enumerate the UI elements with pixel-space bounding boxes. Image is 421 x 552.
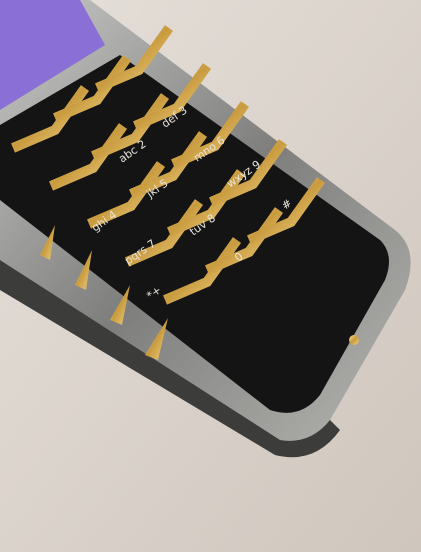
phone-photo: abc 2 def 3 ghi 4 jkl 5 mno 6 pqrs 7 tuv… [0,0,421,552]
side-button [349,335,359,345]
